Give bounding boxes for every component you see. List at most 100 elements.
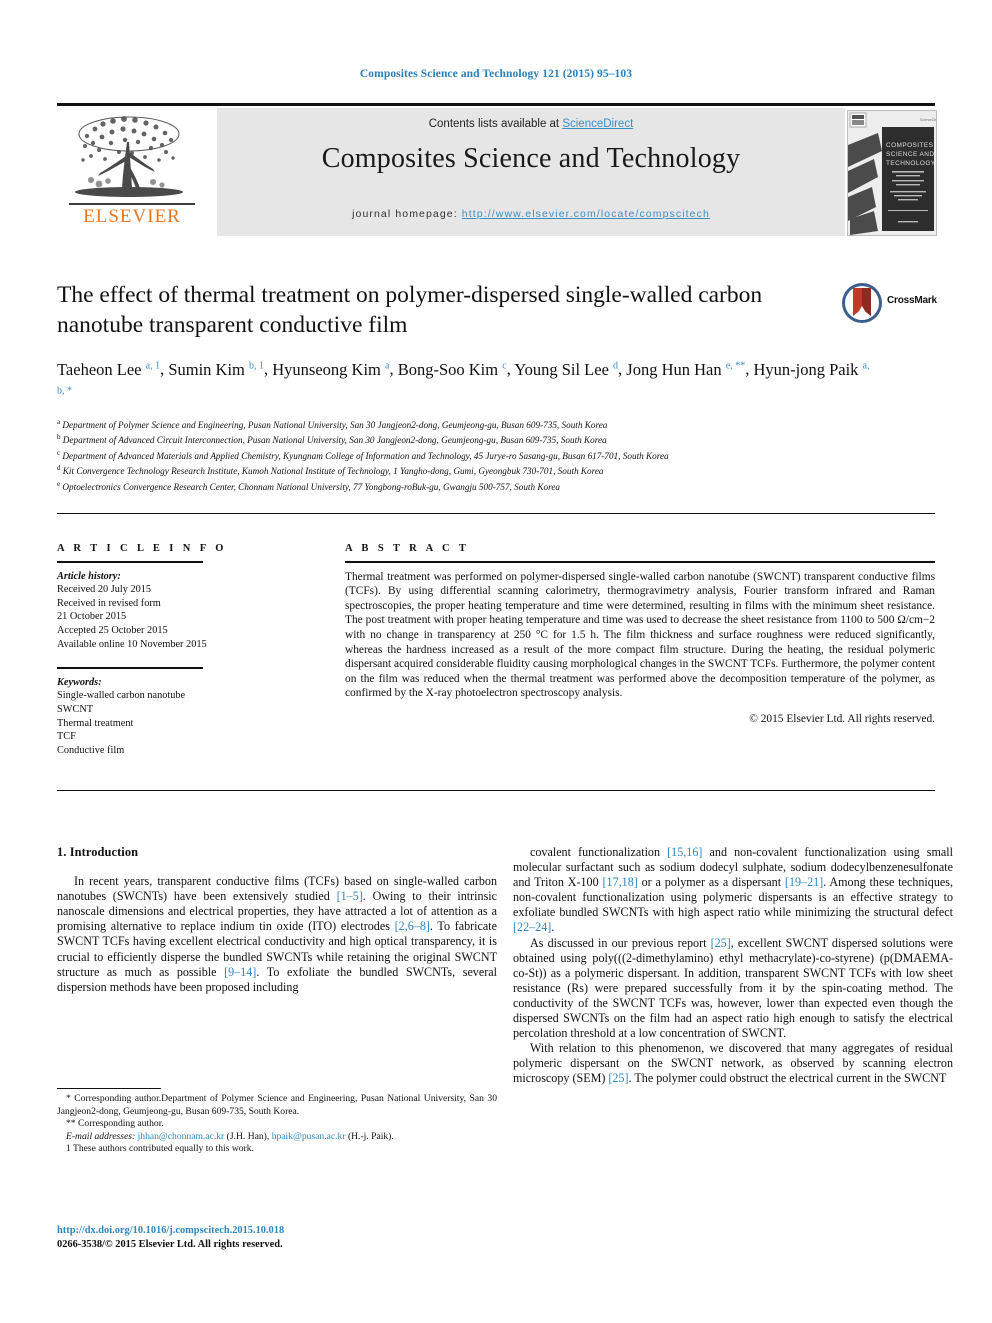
section-heading-introduction: 1. Introduction (57, 845, 139, 859)
running-head: Composites Science and Technology 121 (2… (359, 68, 633, 80)
footnote-rule (57, 1088, 161, 1089)
affiliation-item: e Optoelectronics Convergence Research C… (57, 478, 935, 493)
author-item: Hyunseong Kim a (272, 360, 389, 379)
affiliation-text: Department of Advanced Materials and App… (62, 451, 669, 461)
contents-lists-line: Contents lists available at ScienceDirec… (217, 118, 845, 130)
author-item: Jong Hun Han e, ** (626, 360, 745, 379)
author-name: Bong-Soo Kim (397, 359, 499, 379)
abstract-heading: A B S T R A C T (345, 543, 470, 554)
email-link-paik[interactable]: hpaik@pusan.ac.kr (272, 1131, 346, 1142)
footnote-corresponding-author-2: ** Corresponding author. (66, 1118, 164, 1130)
crossmark-badge[interactable]: CrossMark (841, 282, 937, 324)
svg-text:ScienceDirect: ScienceDirect (920, 118, 936, 122)
journal-homepage-link[interactable]: http://www.elsevier.com/locate/compscite… (462, 208, 710, 220)
citation-ref[interactable]: [15,16] (667, 845, 702, 859)
citation-ref[interactable]: [9–14] (224, 965, 256, 979)
author-item: Young Sil Lee d (514, 360, 618, 379)
email-link-han[interactable]: jhhan@chonnam.ac.kr (138, 1131, 225, 1142)
citation-ref[interactable]: [22–24] (513, 920, 551, 934)
journal-masthead: ELSEVIER Contents lists available at Sci… (57, 108, 937, 236)
author-marks: b, 1 (249, 360, 265, 371)
abstract-copyright: © 2015 Elsevier Ltd. All rights reserved… (749, 712, 935, 725)
author-name: Young Sil Lee (514, 359, 609, 379)
history-line: Available online 10 November 2015 (57, 638, 207, 650)
affiliation-item: b Department of Advanced Circuit Interco… (57, 431, 935, 446)
citation-ref[interactable]: [2,6–8] (395, 919, 430, 933)
keywords-rule (57, 667, 203, 669)
keyword-item: Single-walled carbon nanotube (57, 690, 186, 702)
keywords-block: Keywords: Single-walled carbon nanotube … (57, 667, 307, 757)
affiliation-item: c Department of Advanced Materials and A… (57, 447, 935, 462)
author-name: Taeheon Lee (57, 359, 142, 379)
author-item: Taeheon Lee a, 1 (57, 360, 160, 379)
author-marks: a, 1 (145, 360, 161, 371)
footnote-block: * Corresponding author.Department of Pol… (57, 1093, 497, 1156)
affiliation-list: a Department of Polymer Science and Engi… (57, 416, 935, 493)
citation-ref[interactable]: [1–5] (337, 889, 363, 903)
citation-ref[interactable]: [25] (608, 1071, 628, 1085)
affiliation-item: d Kit Convergence Technology Research In… (57, 462, 935, 477)
affiliation-mark: a (57, 418, 61, 426)
author-name: Sumin Kim (168, 359, 245, 379)
page-title: The effect of thermal treatment on polym… (57, 282, 763, 338)
crossmark-icon (842, 283, 882, 323)
contents-prefix: Contents lists available at (428, 118, 563, 130)
affiliation-mark: e (57, 479, 61, 488)
keyword-item: SWCNT (57, 703, 94, 715)
paragraph: As discussed in our previous report [25]… (513, 935, 953, 1041)
abstract-text: Thermal treatment was performed on polym… (345, 570, 935, 700)
keywords-label: Keywords: (57, 676, 102, 688)
svg-text:SCIENCE AND: SCIENCE AND (886, 151, 934, 158)
issn-copyright-line: 0266-3538/© 2015 Elsevier Ltd. All right… (57, 1239, 283, 1250)
abstract-bottom-divider (57, 790, 935, 791)
footnote-emails: E-mail addresses: jhhan@chonnam.ac.kr (J… (57, 1131, 497, 1144)
abstract-rule (345, 561, 935, 563)
sciencedirect-link[interactable]: ScienceDirect (562, 118, 633, 130)
author-marks: e, ** (725, 360, 746, 371)
author-item: Bong-Soo Kim c (398, 360, 507, 379)
affiliation-divider (57, 513, 935, 514)
article-info-heading: A R T I C L E I N F O (57, 543, 227, 554)
homepage-label: journal homepage: (352, 208, 458, 220)
svg-text:COMPOSITES: COMPOSITES (886, 142, 934, 149)
elsevier-wordmark: ELSEVIER (83, 206, 181, 227)
author-list: Taeheon Lee a, 1, Sumin Kim b, 1, Hyunse… (57, 355, 877, 406)
email-label: E-mail addresses: (66, 1130, 136, 1142)
affiliation-text: Department of Advanced Circuit Interconn… (62, 435, 607, 446)
journal-cover-art: COMPOSITES SCIENCE AND TECHNOLOGY Scienc… (848, 111, 936, 235)
email-owner-paik: (H.-j. Paik). (347, 1130, 394, 1142)
paragraph: covalent functionalization [15,16] and n… (513, 845, 953, 935)
citation-ref[interactable]: [17,18] (603, 875, 638, 889)
affiliation-item: a Department of Polymer Science and Engi… (57, 416, 935, 431)
footer-block: http://dx.doi.org/10.1016/j.compscitech.… (57, 1224, 497, 1252)
footnote-corresponding-author-1: * Corresponding author.Department of Pol… (57, 1093, 497, 1117)
citation-ref[interactable]: [25] (711, 936, 731, 950)
doi-link[interactable]: http://dx.doi.org/10.1016/j.compscitech.… (57, 1224, 497, 1238)
abstract-column: A B S T R A C T Thermal treatment was pe… (345, 543, 935, 725)
affiliation-text: Kit Convergence Technology Research Inst… (62, 466, 604, 477)
affiliation-text: Optoelectronics Convergence Research Cen… (62, 481, 561, 492)
title-block: The effect of thermal treatment on polym… (57, 280, 937, 340)
article-info-column: A R T I C L E I N F O Article history: R… (57, 543, 307, 757)
history-line: Received in revised form (57, 597, 161, 609)
paragraph: With relation to this phenomenon, we dis… (513, 1041, 953, 1086)
crossmark-label: CrossMark (887, 295, 937, 306)
author-name: Jong Hun Han (626, 359, 722, 379)
citation-ref[interactable]: [19–21] (785, 875, 823, 889)
keyword-item: TCF (57, 731, 76, 743)
history-line: Accepted 25 October 2015 (57, 624, 168, 636)
affiliation-mark: b (57, 433, 61, 442)
elsevier-logo-divider (69, 203, 195, 205)
keyword-item: Conductive film (57, 744, 125, 756)
affiliation-text: Department of Polymer Science and Engine… (62, 420, 608, 431)
footnote-equal-contribution: 1 These authors contributed equally to t… (66, 1143, 254, 1155)
elsevier-tree-icon (75, 116, 183, 197)
header-rule (57, 103, 935, 106)
body-column-right: covalent functionalization [15,16] and n… (513, 845, 953, 1087)
history-line: 21 October 2015 (57, 611, 127, 623)
journal-cover-thumbnail: COMPOSITES SCIENCE AND TECHNOLOGY Scienc… (847, 110, 937, 236)
article-history: Article history: Received 20 July 2015 R… (57, 570, 307, 652)
article-history-label: Article history: (57, 570, 121, 582)
svg-text:TECHNOLOGY: TECHNOLOGY (886, 160, 936, 167)
author-name: Hyunseong Kim (272, 359, 381, 379)
